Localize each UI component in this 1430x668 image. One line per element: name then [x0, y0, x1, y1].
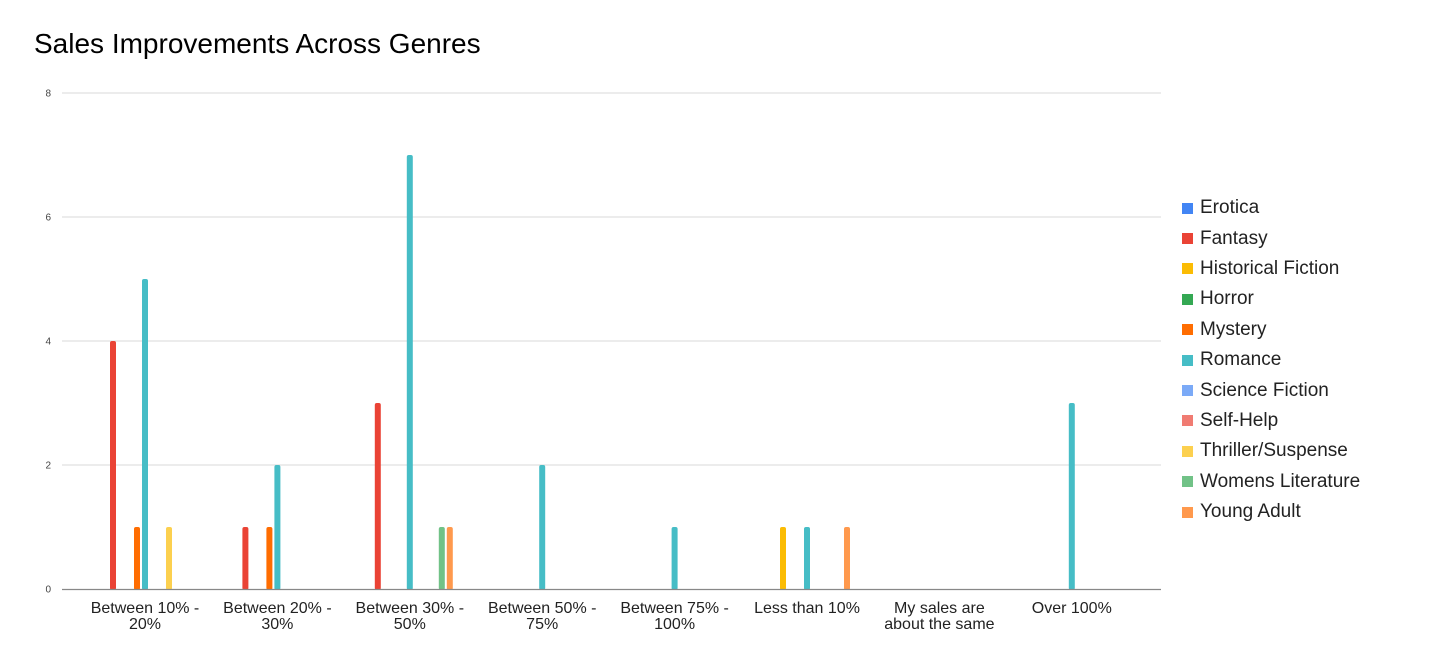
legend-swatch [1182, 233, 1193, 245]
x-tick-label: Between 10% -20% [91, 600, 200, 633]
x-tick-label: My sales are about the same [884, 600, 994, 633]
legend-label: Historical Fiction [1200, 257, 1340, 279]
legend-label: Self-Help [1200, 409, 1279, 431]
legend-item[interactable]: Thriller/Suspense [1182, 436, 1360, 466]
legend-item[interactable]: Womens Literature [1182, 467, 1360, 497]
legend-item[interactable]: Horror [1182, 284, 1360, 314]
legend-item[interactable]: Erotica [1182, 193, 1360, 223]
legend-item[interactable]: Self-Help [1182, 406, 1360, 436]
bar-romance[interactable]: Romance: 2 [274, 465, 281, 590]
bars: Fantasy: 4 Fantasy: 1 Fantasy: 3 Historical… [110, 155, 1075, 590]
gridlines [62, 92, 1161, 466]
bar-romance[interactable]: Romance: 5 [142, 279, 148, 590]
legend: Erotica Fantasy Historical Fiction Horror My… [1182, 193, 1360, 527]
x-tick-label: Less than 10% [754, 600, 860, 617]
legend-label: Mystery [1200, 318, 1267, 340]
legend-swatch [1182, 202, 1193, 214]
bar-young-adult[interactable]: Young Adult: 1 [446, 527, 453, 590]
y-tick-label: 0 [45, 585, 51, 596]
legend-swatch [1182, 415, 1193, 427]
legend-swatch [1182, 385, 1193, 397]
bar-romance[interactable]: Romance: 2 [539, 465, 546, 590]
bar-romance[interactable]: Romance: 7 [406, 155, 413, 590]
legend-item[interactable]: Science Fiction [1182, 375, 1360, 405]
y-tick-label: 6 [45, 213, 51, 224]
legend-swatch [1182, 445, 1193, 457]
bar-romance[interactable]: Romance: 1 [671, 527, 678, 590]
legend-swatch [1182, 506, 1193, 518]
legend-swatch [1182, 293, 1193, 305]
legend-label: Romance [1200, 349, 1282, 371]
legend-item[interactable]: Young Adult [1182, 497, 1360, 527]
x-tick-label: Between 20% -30% [223, 600, 332, 633]
legend-label: Womens Literature [1200, 470, 1361, 492]
legend-swatch [1182, 324, 1193, 336]
bar-young-adult[interactable]: Young Adult: 1 [844, 527, 850, 590]
legend-item[interactable]: Romance [1182, 345, 1360, 375]
bar-historical-fiction[interactable]: Historical Fiction: 1 [780, 527, 786, 590]
bar-womens-literature[interactable]: Womens Literature: 1 [438, 527, 445, 590]
bar-fantasy[interactable]: Fantasy: 1 [242, 527, 249, 590]
legend-label: Young Adult [1200, 501, 1301, 523]
legend-item[interactable]: Fantasy [1182, 223, 1360, 253]
legend-label: Horror [1200, 288, 1254, 310]
y-axis-ticks: 0 2 4 6 8 [45, 89, 51, 596]
legend-label: Thriller/Suspense [1200, 440, 1348, 462]
legend-swatch [1182, 354, 1193, 366]
legend-label: Science Fiction [1200, 379, 1329, 401]
bar-mystery[interactable]: Mystery: 1 [266, 527, 273, 590]
bar-thriller-suspense[interactable]: Thriller/Suspense: 1 [166, 527, 172, 590]
y-tick-label: 2 [45, 461, 51, 472]
bar-mystery[interactable]: Mystery: 1 [134, 527, 140, 590]
legend-label: Erotica [1200, 197, 1260, 219]
bar-romance[interactable]: Romance: 3 [1068, 403, 1075, 590]
legend-swatch [1182, 476, 1193, 488]
legend-item[interactable]: Historical Fiction [1182, 254, 1360, 284]
legend-swatch [1182, 263, 1193, 275]
bar-romance[interactable]: Romance: 1 [804, 527, 810, 590]
bar-fantasy[interactable]: Fantasy: 3 [374, 403, 381, 590]
bar-fantasy[interactable]: Fantasy: 4 [110, 341, 116, 590]
x-tick-label: Over 100% [1032, 600, 1112, 617]
y-tick-label: 8 [45, 89, 51, 100]
y-tick-label: 4 [45, 337, 51, 348]
x-tick-label: Between 75% -100% [620, 600, 729, 633]
legend-item[interactable]: Mystery [1182, 315, 1360, 345]
legend-label: Fantasy [1200, 227, 1268, 249]
x-axis-labels: Between 10% -20% Between 20% -30% Between … [91, 600, 1112, 633]
x-tick-label: Between 50% -75% [488, 600, 597, 633]
x-tick-label: Between 30% -50% [356, 600, 465, 633]
